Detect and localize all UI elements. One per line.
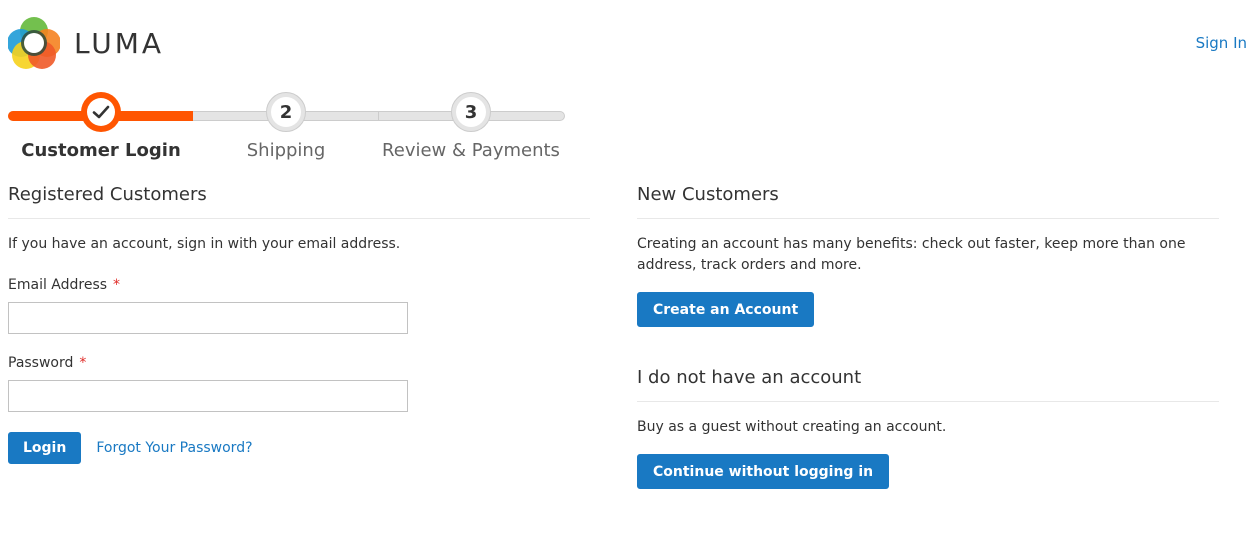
new-customers-note: Creating an account has many benefits: c… [637,236,1186,273]
password-input[interactable] [8,380,408,412]
step-3-circle: 3 [451,92,491,132]
step-1-circle [81,92,121,132]
checkmark-icon [92,105,110,119]
luma-logo-icon [8,17,60,69]
email-label: Email Address * [8,277,590,293]
step-2-number: 2 [271,97,301,127]
sign-in-link[interactable]: Sign In [1196,34,1247,52]
password-label: Password * [8,355,590,371]
login-button[interactable]: Login [8,432,82,464]
step-label-customer-login: Customer Login [21,140,181,161]
login-note: If you have an account, sign in with you… [8,236,401,252]
password-label-text: Password [8,355,74,371]
step-label-shipping: Shipping [246,140,326,161]
continue-as-guest-button[interactable]: Continue without logging in [637,454,890,489]
guest-title: I do not have an account [637,367,1219,402]
registered-customers-title: Registered Customers [8,184,590,219]
step-2-circle: 2 [266,92,306,132]
registered-customers-block: Registered Customers If you have an acco… [8,184,590,464]
step-label-review-payments: Review & Payments [382,140,560,161]
new-customers-title: New Customers [637,184,1219,219]
step-3-number: 3 [456,97,486,127]
progress-separator [378,112,379,120]
login-actions: Login Forgot Your Password? [8,432,590,464]
email-input[interactable] [8,302,408,334]
logo-text: LUMA [74,26,165,60]
email-label-text: Email Address [8,277,108,293]
required-marker: * [79,355,87,371]
checkout-progress: 2 3 Customer Login Shipping Review & Pay… [8,92,568,164]
forgot-password-link[interactable]: Forgot Your Password? [96,440,252,456]
required-marker: * [113,277,121,293]
create-account-button[interactable]: Create an Account [637,292,815,327]
new-customers-block: New Customers Creating an account has ma… [637,184,1219,489]
guest-block: I do not have an account Buy as a guest … [637,367,1219,489]
guest-note: Buy as a guest without creating an accou… [637,419,947,435]
luma-logo[interactable]: LUMA [8,16,164,70]
